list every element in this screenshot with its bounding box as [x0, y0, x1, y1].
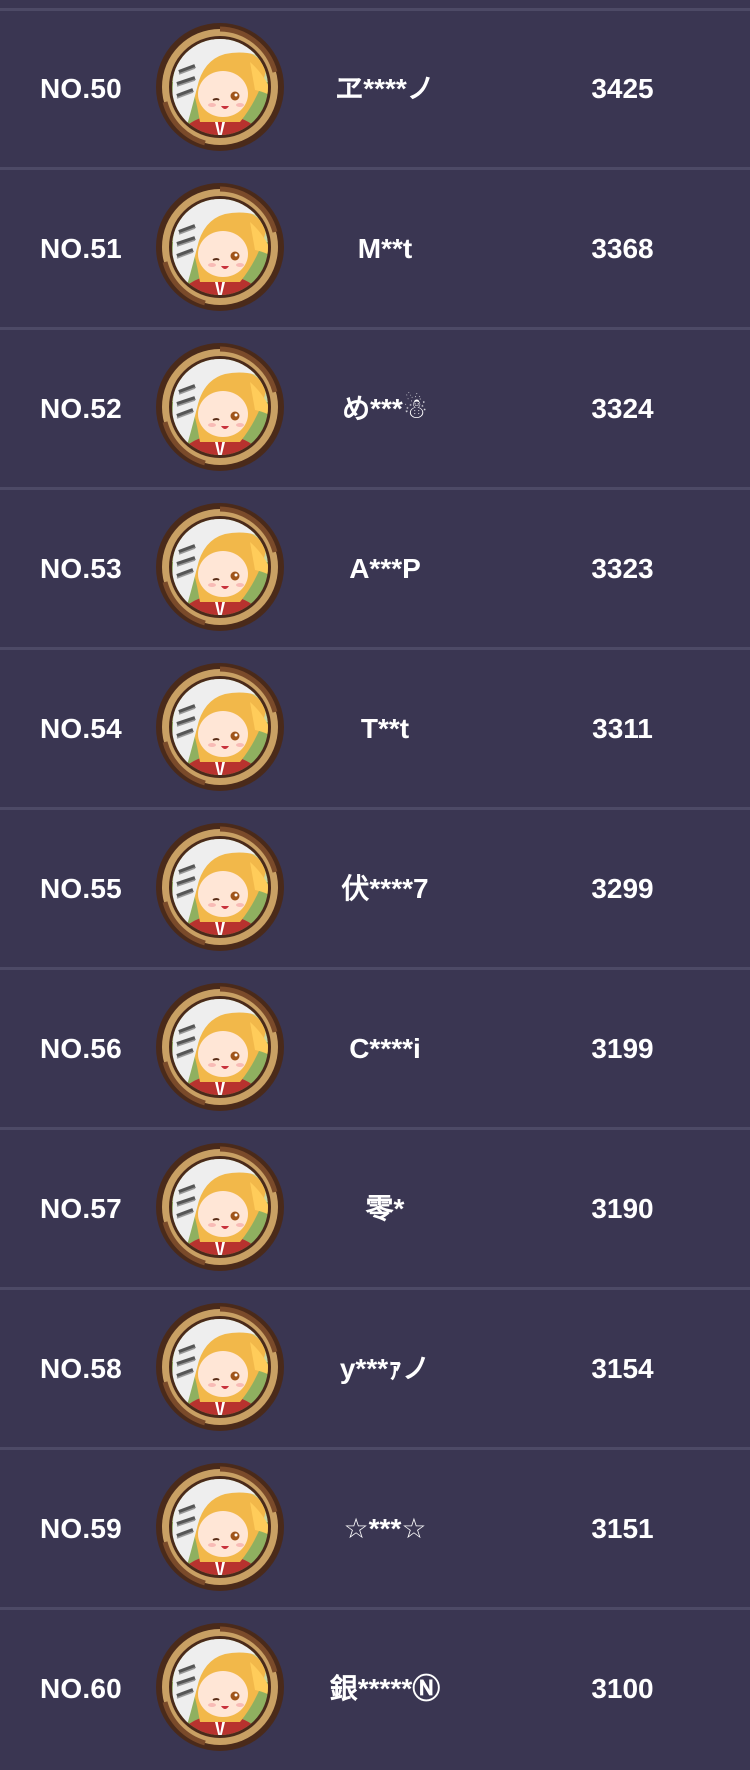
- avatar-icon: [155, 822, 285, 952]
- score-value: 3311: [592, 713, 653, 744]
- score-value: 3100: [591, 1673, 654, 1704]
- rank-label: NO.52: [40, 393, 122, 424]
- score-value: 3154: [591, 1353, 654, 1384]
- avatar-icon: [155, 662, 285, 792]
- leaderboard-row: NO.50 ヱ****ノ 3425: [0, 10, 750, 170]
- rank-label: NO.56: [40, 1033, 122, 1064]
- player-name: M**t: [357, 233, 413, 264]
- player-name: ヱ****ノ: [335, 73, 435, 104]
- avatar-icon: [155, 1462, 285, 1592]
- leaderboard-row: NO.51 M**t 3368: [0, 170, 750, 330]
- rank-label: NO.59: [40, 1513, 122, 1544]
- avatar-icon: [155, 1142, 285, 1272]
- leaderboard-row: NO.54 T**t 3311: [0, 650, 750, 810]
- score-value: 3199: [591, 1033, 654, 1064]
- player-name: ☆***☆: [343, 1513, 427, 1544]
- rank-label: NO.55: [40, 873, 122, 904]
- avatar-icon: [155, 1622, 285, 1752]
- leaderboard-row: NO.58 y***ｧノ 3154: [0, 1290, 750, 1450]
- player-name: y***ｧノ: [339, 1353, 431, 1384]
- player-name: 伏****7: [341, 873, 429, 904]
- player-name: T**t: [360, 713, 410, 744]
- rank-label: NO.53: [40, 553, 122, 584]
- rank-label: NO.50: [40, 73, 122, 104]
- score-value: 3151: [591, 1513, 654, 1544]
- leaderboard-row: NO.55 伏****7 3299: [0, 810, 750, 970]
- rank-label: NO.57: [40, 1193, 122, 1224]
- leaderboard-row: NO.53 A***P 3323: [0, 490, 750, 650]
- avatar-icon: [155, 1302, 285, 1432]
- player-name: 零*: [365, 1193, 405, 1224]
- score-value: 3299: [591, 873, 654, 904]
- rank-label: NO.60: [40, 1673, 122, 1704]
- player-name: 銀*****Ⓝ: [329, 1673, 441, 1704]
- leaderboard-row: NO.52 め***☃ 3324: [0, 330, 750, 490]
- leaderboard-row: NO.57 零* 3190: [0, 1130, 750, 1290]
- leaderboard-row: NO.56 C****i 3199: [0, 970, 750, 1130]
- player-name: A***P: [349, 553, 421, 584]
- score-value: 3323: [591, 553, 654, 584]
- rank-label: NO.51: [40, 233, 122, 264]
- avatar-icon: [155, 342, 285, 472]
- avatar-icon: [155, 502, 285, 632]
- player-name: め***☃: [342, 393, 428, 424]
- rank-label: NO.58: [40, 1353, 122, 1384]
- score-value: 3324: [591, 393, 654, 424]
- leaderboard-list: NO.50 ヱ****ノ 3425 NO.51 M**t 3368 NO.52 …: [0, 0, 750, 1760]
- avatar-icon: [155, 182, 285, 312]
- score-value: 3368: [591, 233, 654, 264]
- leaderboard-row: NO.60 銀*****Ⓝ 3100: [0, 1610, 750, 1770]
- rank-label: NO.54: [40, 713, 122, 744]
- score-value: 3425: [591, 73, 654, 104]
- leaderboard-row: NO.59 ☆***☆ 3151: [0, 1450, 750, 1610]
- player-name: C****i: [349, 1033, 421, 1064]
- avatar-icon: [155, 982, 285, 1112]
- score-value: 3190: [591, 1193, 654, 1224]
- avatar-icon: [155, 22, 285, 152]
